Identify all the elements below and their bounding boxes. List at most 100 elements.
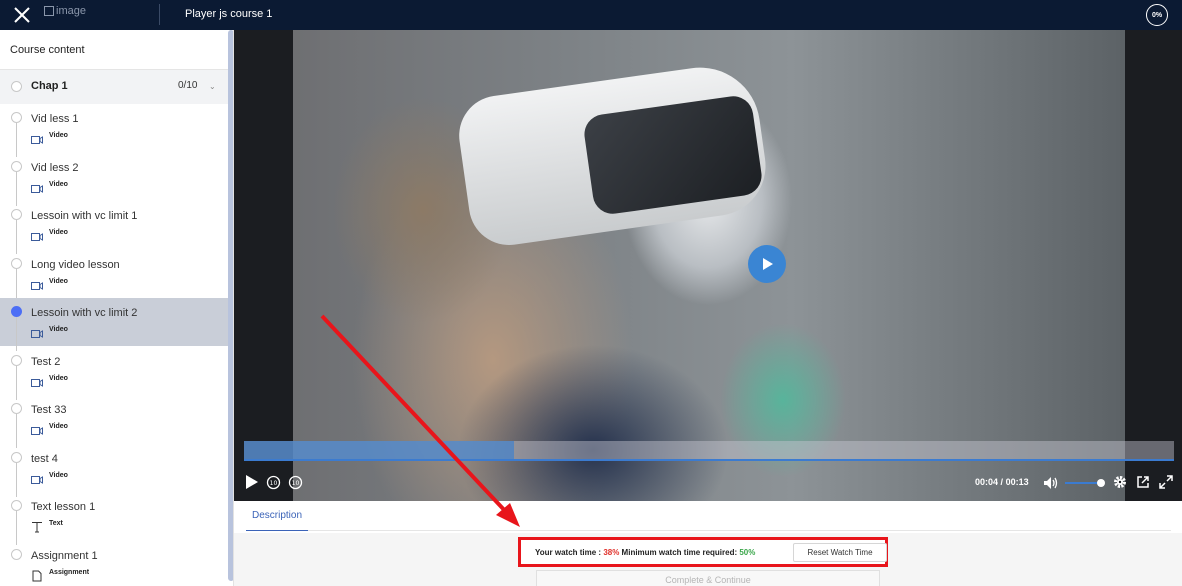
big-play-button[interactable] [748, 245, 786, 283]
watch-time-label: Your watch time : [535, 548, 604, 557]
document-icon [31, 569, 43, 581]
lesson-title: Test 33 [31, 404, 67, 416]
video-frame[interactable] [293, 30, 1125, 501]
forward-10-icon[interactable]: 10 [288, 475, 303, 490]
seek-bar-progress-line [244, 459, 1174, 461]
chapter-name: Chap 1 [31, 80, 68, 92]
volume-icon[interactable] [1043, 476, 1058, 490]
lesson-item[interactable]: Long video lesson Video [0, 250, 228, 303]
lesson-title: test 4 [31, 452, 58, 465]
chapter-status-icon [11, 81, 22, 92]
tab-description[interactable]: Description [246, 504, 309, 531]
chapter-header[interactable]: Chap 1 0/10 ⌄ [0, 70, 228, 104]
lesson-title: Vid less 2 [31, 161, 79, 174]
video-icon [31, 423, 43, 435]
lesson-status-icon [11, 403, 22, 414]
lesson-type: Video [49, 229, 68, 236]
course-sidebar: Course content Chap 1 0/10 ⌄ Vid less 1V… [0, 30, 234, 586]
lesson-item[interactable]: test 4 Video [0, 444, 228, 497]
watch-time-text: Your watch time : 38% Minimum watch time… [535, 548, 755, 557]
course-progress-indicator[interactable]: 0% [1146, 4, 1168, 26]
fullscreen-icon[interactable] [1159, 475, 1173, 489]
svg-text:10: 10 [270, 480, 278, 487]
content-tabs: Description [246, 504, 1171, 531]
lesson-item[interactable]: Vid less 1 Video [0, 104, 228, 157]
video-icon [31, 472, 43, 484]
lesson-item[interactable]: Vid less 2 Video [0, 153, 228, 206]
svg-text:10: 10 [292, 480, 300, 487]
seek-bar-played [244, 441, 514, 459]
lesson-status-icon [11, 257, 22, 269]
lesson-type: Video [49, 471, 68, 479]
lesson-title: Long video lesson [31, 258, 120, 271]
lesson-type: Assignment [49, 568, 90, 576]
gear-icon[interactable] [1113, 475, 1127, 489]
chevron-down-icon[interactable]: ⌄ [209, 82, 216, 91]
min-watch-time-value: 50% [739, 548, 756, 557]
time-separator: / [1000, 477, 1004, 487]
lesson-item[interactable]: Text lesson 1 Text [0, 492, 228, 545]
min-watch-time-label: Minimum watch time required: [619, 548, 740, 557]
chapter-count: 0/10 [178, 80, 198, 91]
lesson-item[interactable]: Test 2 Video [0, 347, 228, 400]
lesson-status-icon [11, 451, 22, 463]
watch-time-highlight: Your watch time : 38% Minimum watch time… [518, 537, 888, 567]
video-player[interactable]: 10 10 00:04 / 00:13 [234, 30, 1182, 501]
open-external-icon[interactable] [1136, 475, 1150, 489]
lesson-status-icon [11, 112, 22, 123]
player-controls: 10 10 00:04 / 00:13 [234, 470, 1182, 496]
lesson-item[interactable]: Assignment 1 Assignment [0, 541, 228, 586]
lesson-item[interactable]: Lessoin with vc limit 2 Video [0, 298, 228, 351]
lesson-content: 10 10 00:04 / 00:13 Description Your wat… [234, 30, 1182, 586]
play-icon[interactable] [245, 474, 259, 490]
video-icon [31, 278, 43, 290]
seek-bar[interactable] [244, 441, 1174, 459]
lesson-type: Video [49, 132, 68, 139]
video-icon [31, 181, 43, 193]
lesson-type: Video [49, 326, 68, 333]
lesson-status-icon [11, 500, 22, 511]
video-icon [31, 132, 43, 144]
time-display: 00:04 / 00:13 [975, 477, 1029, 487]
logo: image [44, 5, 86, 17]
lesson-type: Video [49, 423, 68, 430]
watch-time-value: 38% [603, 548, 620, 557]
lesson-title: Lessoin with vc limit 1 [31, 210, 138, 222]
course-title: Player js course 1 [185, 8, 273, 20]
volume-slider[interactable] [1065, 482, 1101, 484]
logo-alt-text: image [56, 5, 86, 17]
reset-watch-time-button[interactable]: Reset Watch Time [793, 543, 887, 562]
video-icon [31, 229, 43, 241]
lesson-status-icon [11, 548, 22, 560]
sidebar-header: Course content [0, 30, 233, 70]
lesson-type: Video [49, 374, 68, 382]
broken-image-icon [44, 6, 54, 16]
lesson-type: Text [49, 520, 63, 527]
video-icon [31, 375, 43, 387]
lesson-item[interactable]: Test 33 Video [0, 395, 228, 448]
lesson-title: Text lesson 1 [31, 501, 96, 513]
lesson-item[interactable]: Lessoin with vc limit 1 Video [0, 201, 228, 254]
lesson-status-icon [11, 160, 22, 172]
video-icon [31, 326, 43, 338]
complete-continue-button[interactable]: Complete & Continue [536, 570, 880, 586]
top-bar: image Player js course 1 0% [0, 0, 1182, 30]
lesson-type: Video [49, 180, 68, 188]
lesson-title: Test 2 [31, 355, 61, 368]
header-divider [159, 4, 160, 25]
text-icon [31, 520, 43, 533]
lesson-status-icon [11, 209, 22, 220]
duration: 00:13 [1005, 477, 1029, 487]
lesson-status-icon [11, 306, 22, 317]
lesson-status-icon [11, 354, 22, 366]
current-time: 00:04 [975, 477, 999, 487]
watch-time-area: Your watch time : 38% Minimum watch time… [234, 533, 1182, 586]
lesson-title: Lessoin with vc limit 2 [31, 307, 138, 319]
rewind-10-icon[interactable]: 10 [266, 475, 281, 490]
lesson-title: Assignment 1 [31, 549, 98, 562]
lesson-title: Vid less 1 [31, 113, 79, 125]
close-icon[interactable] [12, 5, 32, 25]
volume-slider-handle[interactable] [1097, 479, 1105, 487]
lesson-type: Video [49, 277, 68, 285]
play-icon [763, 258, 773, 270]
